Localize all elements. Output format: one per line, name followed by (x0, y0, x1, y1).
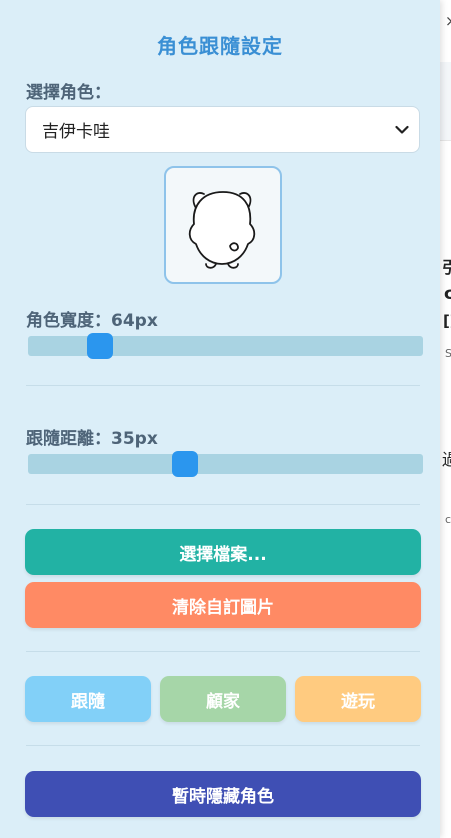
divider (26, 385, 420, 386)
character-image (188, 191, 256, 269)
background-divider (440, 140, 451, 141)
divider (26, 504, 420, 505)
mode-play-button[interactable]: 遊玩 (295, 676, 421, 722)
character-preview (164, 166, 282, 284)
width-slider-thumb[interactable] (87, 333, 113, 359)
panel-title: 角色跟隨設定 (157, 34, 283, 58)
width-label-text: 角色寬度： (26, 311, 111, 331)
hide-character-button[interactable]: 暫時隱藏角色 (25, 771, 421, 817)
width-value: 64px (111, 311, 158, 331)
background-text: c (445, 513, 451, 526)
chevron-down-icon (395, 125, 409, 134)
background-text: 引 (442, 258, 451, 277)
mode-follow-button[interactable]: 跟隨 (25, 676, 151, 722)
background-text: c (444, 284, 451, 304)
distance-value: 35px (111, 429, 158, 449)
divider (26, 651, 420, 652)
divider (26, 745, 420, 746)
background-text: [] (443, 312, 451, 330)
choose-file-button[interactable]: 選擇檔案... (25, 529, 421, 575)
distance-slider[interactable] (28, 451, 423, 477)
clear-custom-image-button[interactable]: 清除自訂圖片 (25, 582, 421, 628)
distance-label-text: 跟隨距離： (26, 429, 111, 449)
background-header-band (440, 62, 451, 140)
character-select[interactable]: 吉伊卡哇 (25, 106, 420, 153)
character-select-value: 吉伊卡哇 (42, 122, 110, 142)
mode-home-button[interactable]: 顧家 (160, 676, 286, 722)
character-label: 選擇角色： (26, 83, 111, 103)
follow-settings-panel: 角色跟隨設定 選擇角色： 吉伊卡哇 角色寬度：64px 跟隨距離：35px 選擇… (0, 0, 440, 838)
distance-label: 跟隨距離：35px (26, 424, 158, 449)
background-text: S (445, 347, 451, 360)
close-icon[interactable]: × (445, 12, 451, 30)
background-text: 過 (442, 450, 451, 469)
width-slider[interactable] (28, 333, 423, 359)
width-label: 角色寬度：64px (26, 306, 158, 331)
distance-slider-thumb[interactable] (172, 451, 198, 477)
